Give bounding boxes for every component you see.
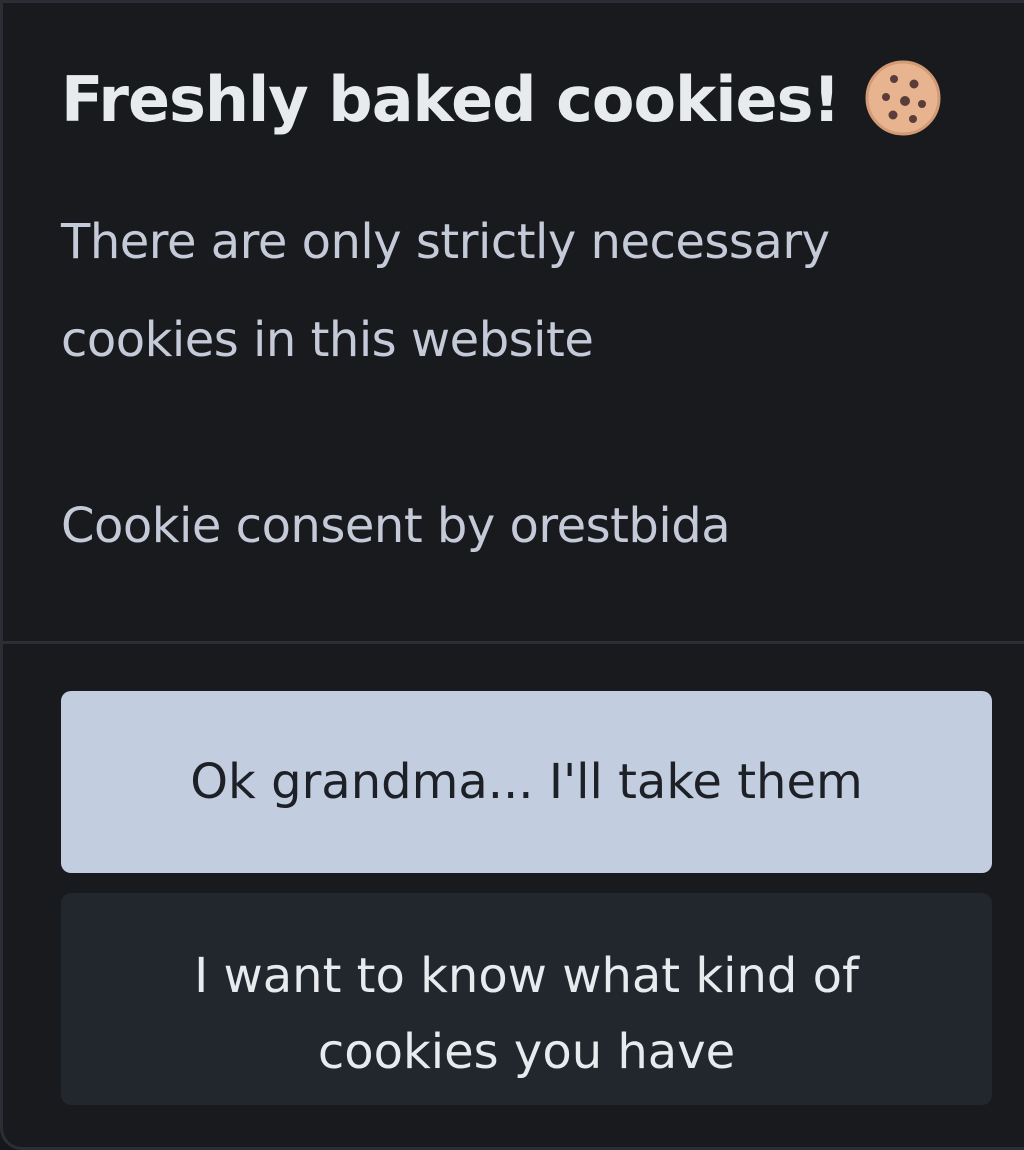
description-spacer [61, 389, 991, 477]
consent-credit: Cookie consent by orestbida [61, 498, 731, 554]
description-line-1: There are only strictly necessary [61, 214, 830, 270]
consent-title-text: Freshly baked cookies! [61, 63, 841, 136]
preferences-button[interactable]: I want to know what kind of cookies you … [61, 893, 992, 1105]
consent-body: Freshly baked cookies! There are only st… [61, 55, 991, 575]
accept-button[interactable]: Ok grandma... I'll take them [61, 691, 992, 873]
consent-title: Freshly baked cookies! [61, 55, 991, 145]
description-line-2: cookies in this website [61, 312, 594, 368]
footer-divider [3, 641, 1024, 644]
cookie-icon [865, 60, 941, 136]
cookie-consent-modal: Freshly baked cookies! There are only st… [0, 0, 1024, 1150]
consent-description: There are only strictly necessary cookie… [61, 193, 991, 575]
